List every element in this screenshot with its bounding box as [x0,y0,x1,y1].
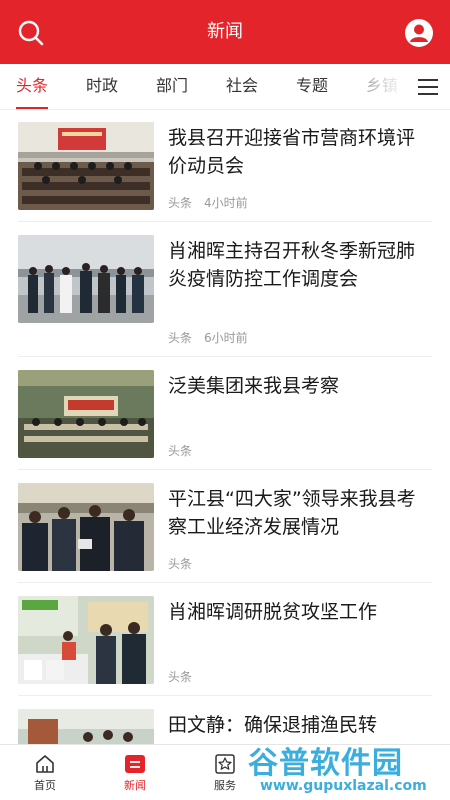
app-header: 新闻 [0,0,450,64]
news-item[interactable]: 我县召开迎接省市营商环境评价动员会 头条 4小时前 [18,110,432,222]
news-title: 田文静：确保退捕渔民转 [168,714,378,736]
news-category: 头条 [168,196,193,210]
nav-services[interactable]: 服务 [185,745,265,800]
news-meta: 头条 [168,555,204,572]
news-title: 我县召开迎接省市营商环境评价动员会 [168,127,416,177]
news-category: 头条 [168,444,193,458]
tabs-fade [366,64,406,109]
news-time: 6小时前 [204,331,248,345]
news-thumbnail [18,596,154,684]
star-box-icon [215,754,235,774]
nav-news[interactable]: 新闻 [95,745,175,800]
news-meta: 头条 4小时前 [168,194,248,211]
news-thumbnail [18,122,154,210]
news-meta: 头条 6小时前 [168,329,248,346]
news-item[interactable]: 田文静：确保退捕渔民转 [18,697,432,744]
news-item[interactable]: 肖湘晖调研脱贫攻坚工作 头条 [18,584,432,696]
bottom-nav: 首页 新闻 服务 [0,744,450,800]
nav-services-label: 服务 [214,779,236,792]
news-category: 头条 [168,670,193,684]
news-list: 我县召开迎接省市营商环境评价动员会 头条 4小时前 肖湘晖主持召开秋冬季新冠肺炎… [0,110,450,744]
news-thumbnail [18,235,154,323]
news-meta: 头条 [168,442,204,459]
tab-society[interactable]: 社会 [226,64,258,109]
news-category: 头条 [168,557,193,571]
news-item[interactable]: 泛美集团来我县考察 头条 [18,358,432,470]
menu-icon [418,79,438,95]
news-item[interactable]: 肖湘晖主持召开秋冬季新冠肺炎疫情防控工作调度会 头条 6小时前 [18,223,432,357]
nav-home-label: 首页 [34,779,56,792]
news-title: 肖湘晖主持召开秋冬季新冠肺炎疫情防控工作调度会 [168,240,416,290]
news-title: 肖湘晖调研脱贫攻坚工作 [168,601,378,623]
news-time: 4小时前 [204,196,248,210]
news-meta: 头条 [168,668,204,685]
tab-topics[interactable]: 专题 [296,64,328,109]
page-title: 新闻 [207,21,243,42]
news-thumbnail [18,370,154,458]
tab-politics[interactable]: 时政 [86,64,118,109]
tab-headlines[interactable]: 头条 [16,64,49,109]
news-item[interactable]: 平江县“四大家”领导来我县考察工业经济发展情况 头条 [18,471,432,583]
nav-home[interactable]: 首页 [5,745,85,800]
nav-news-label: 新闻 [124,779,146,792]
news-title: 平江县“四大家”领导来我县考察工业经济发展情况 [168,488,416,538]
category-tabs: 头条 时政 部门 社会 专题 乡镇 [0,64,450,110]
news-icon [125,755,145,773]
tabs-menu-button[interactable] [406,64,450,109]
profile-button[interactable] [404,18,434,48]
home-icon [36,755,54,773]
news-title: 泛美集团来我县考察 [168,375,340,397]
news-thumbnail [18,483,154,571]
user-icon [405,19,433,47]
news-thumbnail [18,709,154,744]
news-category: 头条 [168,331,193,345]
tab-departments[interactable]: 部门 [156,64,188,109]
